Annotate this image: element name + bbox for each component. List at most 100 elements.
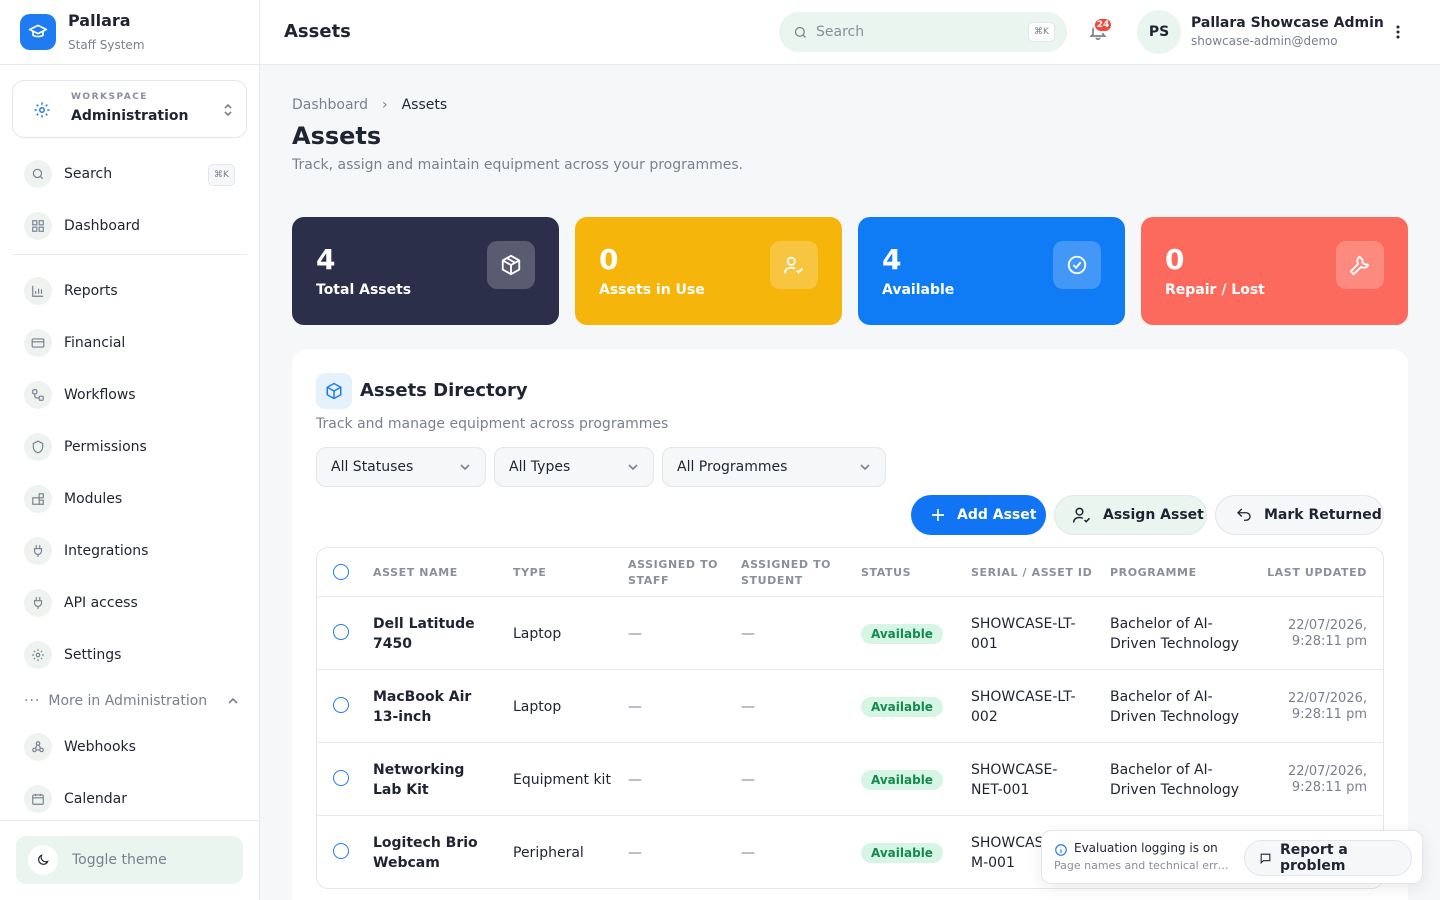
- stat-value: 4: [882, 243, 902, 276]
- asset-name[interactable]: Dell Latitude 7450: [373, 597, 483, 670]
- chevron-updown-icon: [222, 101, 234, 119]
- undo-icon: [1234, 506, 1254, 524]
- column-header[interactable]: LAST UPDATED: [1257, 548, 1367, 597]
- table-row[interactable]: MacBook Air 13-inch Laptop — — Available…: [317, 670, 1383, 743]
- stat-card-available: 4 Available: [858, 217, 1125, 325]
- toggle-theme-button[interactable]: Toggle theme: [16, 836, 243, 884]
- sidebar-item-dashboard[interactable]: Dashboard: [12, 206, 247, 246]
- more-vertical-icon[interactable]: [1390, 22, 1406, 42]
- programme-filter-select[interactable]: All Programmes: [662, 447, 886, 487]
- assign-asset-button[interactable]: Assign Asset: [1054, 495, 1207, 535]
- column-header[interactable]: PROGRAMME: [1110, 548, 1250, 597]
- last-updated: 22/07/2026, 9:28:11 pm: [1287, 617, 1367, 649]
- sidebar-item-permissions[interactable]: Permissions: [12, 427, 247, 467]
- sidebar-item-modules[interactable]: Modules: [12, 479, 247, 519]
- status-badge: Available: [861, 842, 943, 863]
- row-select-checkbox[interactable]: [333, 843, 349, 859]
- status-badge: Available: [861, 769, 943, 790]
- sidebar-item-search[interactable]: Search ⌘K: [12, 154, 247, 194]
- shortcut-hint: ⌘K: [208, 164, 235, 186]
- user-email: showcase-admin@demo: [1191, 34, 1338, 48]
- credit-card-icon: [24, 329, 52, 357]
- row-select-checkbox[interactable]: [333, 770, 349, 786]
- assigned-staff: —: [628, 844, 642, 861]
- row-select-checkbox[interactable]: [333, 624, 349, 640]
- info-icon: [1054, 843, 1068, 857]
- graduation-cap-icon[interactable]: [20, 14, 56, 50]
- table-row[interactable]: Dell Latitude 7450 Laptop — — Available …: [317, 597, 1383, 670]
- row-select-checkbox[interactable]: [333, 697, 349, 713]
- message-square-icon: [1259, 852, 1272, 865]
- asset-name[interactable]: Networking Lab Kit: [373, 743, 483, 816]
- user-name: Pallara Showcase Admin: [1191, 15, 1384, 31]
- breadcrumb-link-dashboard[interactable]: Dashboard: [292, 97, 368, 113]
- divider: [12, 254, 247, 255]
- sidebar-item-calendar[interactable]: Calendar: [12, 779, 247, 819]
- mark-returned-button[interactable]: Mark Returned: [1215, 495, 1384, 535]
- status-cell: Available: [861, 670, 961, 743]
- avatar[interactable]: PS: [1137, 10, 1181, 54]
- report-problem-button[interactable]: Report a problem: [1244, 840, 1412, 876]
- sidebar-item-label: Integrations: [64, 543, 149, 559]
- asset-serial: SHOWCASE-LT-002: [971, 688, 1076, 725]
- workspace-switcher[interactable]: WORKSPACE Administration: [12, 80, 247, 138]
- assigned-staff: —: [628, 698, 642, 715]
- user-check-icon: [1071, 505, 1093, 525]
- asset-name[interactable]: Logitech Brio Webcam: [373, 816, 483, 888]
- search-input[interactable]: [816, 24, 1016, 40]
- sidebar-item-financial[interactable]: Financial: [12, 323, 247, 363]
- chevron-down-icon: [459, 462, 471, 472]
- column-header[interactable]: ASSIGNED TO STUDENT: [741, 548, 846, 597]
- sidebar-item-label: Dashboard: [64, 218, 140, 234]
- column-header[interactable]: STATUS: [861, 548, 961, 597]
- chevron-down-icon: [859, 462, 871, 472]
- status-badge: Available: [861, 623, 943, 644]
- type-filter-select[interactable]: All Types: [494, 447, 654, 487]
- sidebar-item-integrations[interactable]: Integrations: [12, 531, 247, 571]
- stat-label: Repair / Lost: [1165, 282, 1265, 298]
- card-title: Assets Directory: [360, 380, 528, 401]
- sidebar-item-workflows[interactable]: Workflows: [12, 375, 247, 415]
- asset-type: Laptop: [513, 625, 562, 642]
- select-all-checkbox[interactable]: [333, 564, 349, 580]
- evaluation-logging-toast: Evaluation logging is on Page names and …: [1041, 830, 1423, 884]
- sidebar-item-reports[interactable]: Reports: [12, 271, 247, 311]
- package-icon: [316, 373, 352, 409]
- plug-icon: [24, 537, 52, 565]
- toast-title: Evaluation logging is on: [1074, 841, 1218, 855]
- bar-chart-icon: [24, 277, 52, 305]
- last-updated: 22/07/2026, 9:28:11 pm: [1287, 690, 1367, 722]
- status-cell: Available: [861, 597, 961, 670]
- global-search[interactable]: ⌘K: [779, 12, 1067, 52]
- plus-icon: [929, 506, 947, 524]
- sidebar-item-label: Settings: [64, 647, 122, 663]
- sidebar-item-label: Financial: [64, 335, 126, 351]
- stat-value: 0: [1165, 243, 1185, 276]
- more-label: More in Administration: [48, 693, 208, 709]
- gear-icon: [24, 641, 52, 669]
- sidebar: Pallara Staff System WORKSPACE Administr…: [0, 0, 260, 900]
- wrench-icon: [1336, 241, 1384, 289]
- status-cell: Available: [861, 816, 961, 888]
- sidebar-item-label: Search: [64, 166, 113, 182]
- user-check-icon: [770, 241, 818, 289]
- ellipsis-icon: ···: [24, 693, 41, 709]
- add-asset-button[interactable]: Add Asset: [911, 495, 1046, 535]
- table-row[interactable]: Networking Lab Kit Equipment kit — — Ava…: [317, 743, 1383, 816]
- sidebar-item-webhooks[interactable]: Webhooks: [12, 727, 247, 767]
- notification-badge: 24: [1093, 17, 1113, 33]
- column-header[interactable]: ASSIGNED TO STAFF: [628, 548, 728, 597]
- assigned-student: —: [741, 771, 755, 788]
- package-icon: [487, 241, 535, 289]
- grid-icon: [24, 212, 52, 240]
- column-header[interactable]: ASSET NAME: [373, 548, 503, 597]
- status-filter-select[interactable]: All Statuses: [316, 447, 486, 487]
- column-header[interactable]: SERIAL / ASSET ID: [971, 548, 1101, 597]
- last-updated: 22/07/2026, 9:28:11 pm: [1287, 763, 1367, 795]
- page-title: Assets: [292, 122, 382, 150]
- sidebar-item-api-access[interactable]: API access: [12, 583, 247, 623]
- more-in-administration-toggle[interactable]: ··· More in Administration: [24, 690, 239, 712]
- asset-name[interactable]: MacBook Air 13-inch: [373, 670, 483, 743]
- sidebar-item-settings[interactable]: Settings: [12, 635, 247, 675]
- column-header[interactable]: TYPE: [513, 548, 613, 597]
